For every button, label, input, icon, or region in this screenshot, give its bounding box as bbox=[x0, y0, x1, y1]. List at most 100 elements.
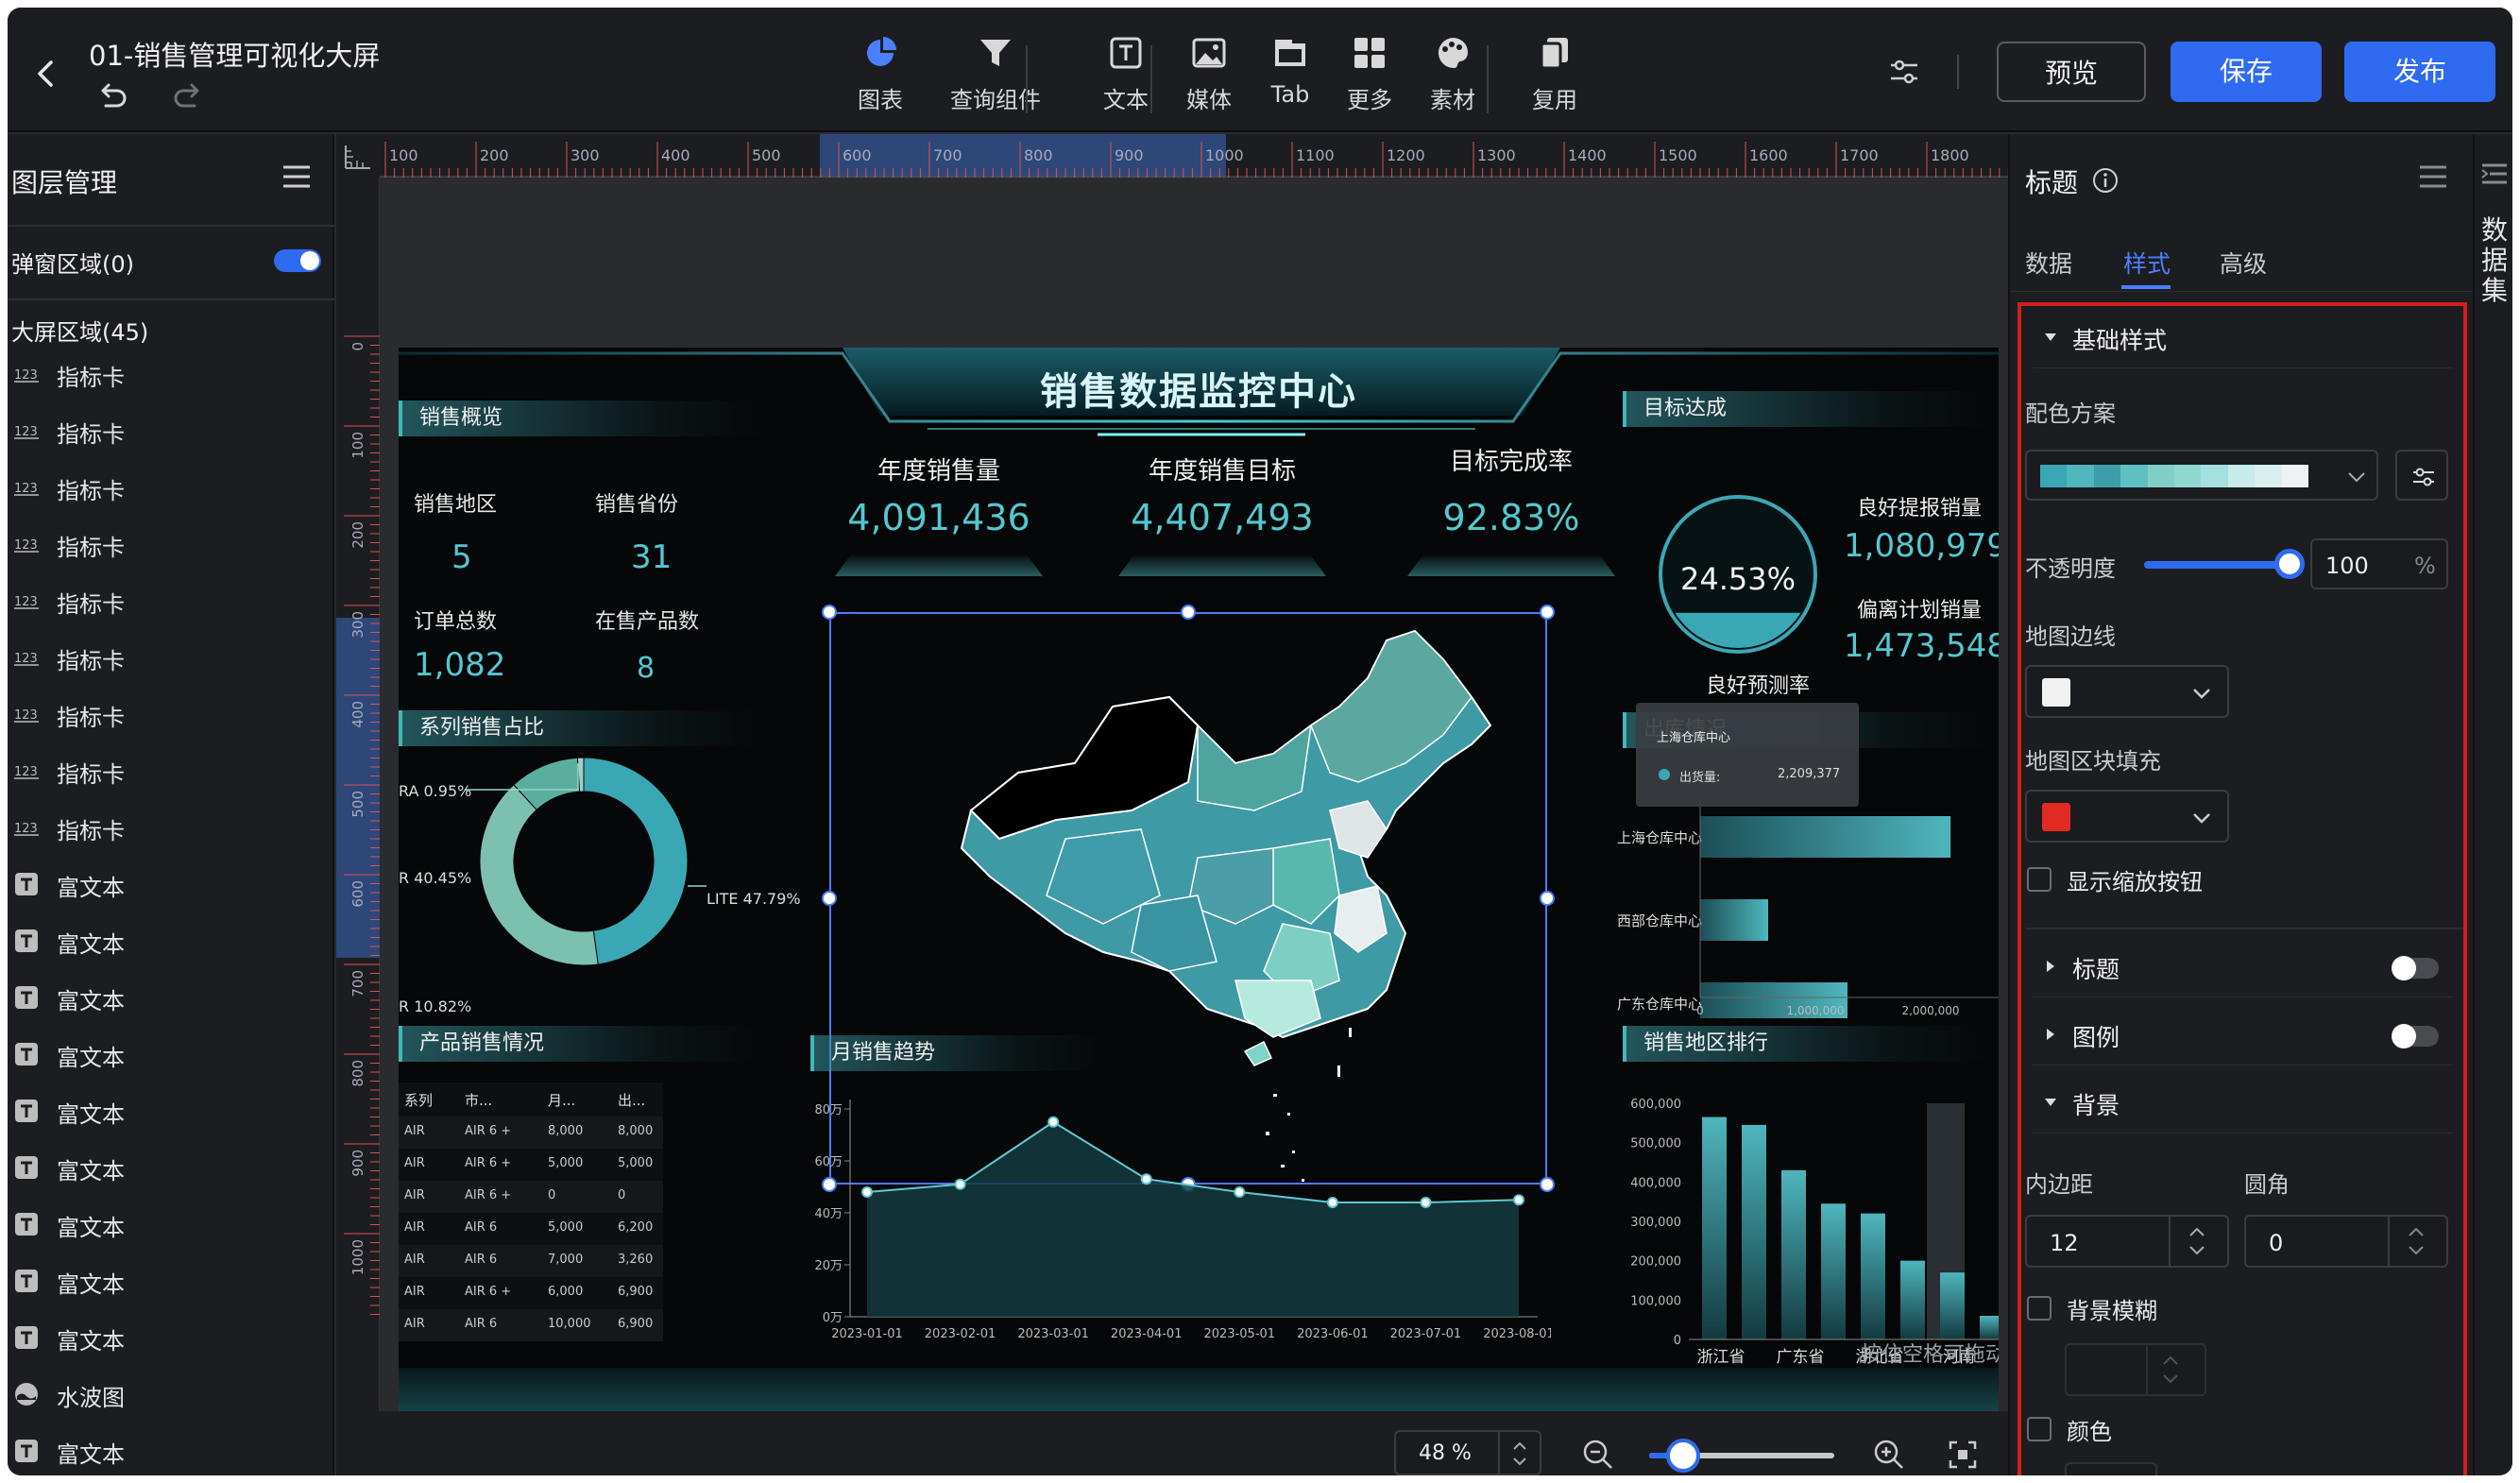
toolbar-image-button[interactable]: 媒体 bbox=[1164, 34, 1254, 121]
resize-handle[interactable] bbox=[1540, 605, 1555, 620]
back-arrow-icon[interactable] bbox=[30, 57, 64, 91]
toolbar-pie-chart-button[interactable]: 图表 bbox=[835, 34, 926, 121]
ruler-tick-label: 1700 bbox=[1840, 146, 1879, 164]
opacity-slider-thumb[interactable] bbox=[2274, 549, 2305, 579]
layer-item[interactable]: 123 指标卡 bbox=[8, 572, 334, 629]
rank-bar bbox=[1742, 1124, 1766, 1339]
collapse-panel-icon[interactable] bbox=[2480, 161, 2509, 187]
layer-item[interactable]: 123 指标卡 bbox=[8, 629, 334, 686]
layer-item[interactable]: 富文本 bbox=[8, 969, 334, 1026]
layer-item[interactable]: 123 指标卡 bbox=[8, 742, 334, 799]
settings-sliders-icon[interactable] bbox=[1887, 55, 1921, 89]
scheme-settings-button[interactable] bbox=[2395, 450, 2448, 501]
toolbar-palette-button[interactable]: 素材 bbox=[1407, 34, 1498, 121]
section-background[interactable]: 背景 bbox=[2033, 1073, 2452, 1134]
warehouse-tick: 2,000,000 bbox=[1901, 1004, 1959, 1017]
info-icon[interactable] bbox=[2091, 166, 2120, 195]
layer-item[interactable]: 富文本 bbox=[8, 1253, 334, 1309]
radius-stepper-icon[interactable] bbox=[2397, 1220, 2435, 1262]
sliders-icon bbox=[2413, 468, 2434, 486]
layer-item[interactable]: 123 指标卡 bbox=[8, 516, 334, 572]
zoom-bar bbox=[336, 1411, 2008, 1475]
legend-toggle[interactable] bbox=[2392, 1024, 2439, 1048]
undo-icon[interactable] bbox=[96, 81, 130, 111]
color-scheme-select[interactable] bbox=[2025, 450, 2378, 501]
fit-screen-icon[interactable] bbox=[1948, 1440, 1978, 1470]
padding-input[interactable]: 12 bbox=[2025, 1215, 2229, 1268]
layer-item-label: 指标卡 bbox=[57, 365, 125, 391]
layer-item[interactable]: 富文本 bbox=[8, 1196, 334, 1253]
blur-checkbox[interactable] bbox=[2027, 1296, 2052, 1321]
preview-button[interactable]: 预览 bbox=[1997, 42, 2146, 102]
toolbar-text-button[interactable]: 文本 bbox=[1081, 34, 1171, 121]
layer-item[interactable]: 123 指标卡 bbox=[8, 459, 334, 516]
editor-canvas[interactable]: 100 200 300 400 500 600 700 800 900 1000 1100 1200 1… bbox=[336, 134, 2008, 1475]
opacity-slider[interactable] bbox=[2144, 549, 2305, 579]
opacity-input[interactable]: 100 % bbox=[2310, 538, 2448, 589]
publish-button[interactable]: 发布 bbox=[2344, 42, 2495, 102]
zoom-button-checkbox[interactable] bbox=[2027, 867, 2052, 892]
resize-handle[interactable] bbox=[822, 891, 837, 906]
title-toggle[interactable] bbox=[2392, 956, 2439, 980]
tab-advanced[interactable]: 高级 bbox=[2220, 246, 2267, 280]
resize-handle[interactable] bbox=[822, 605, 837, 620]
border-color-picker[interactable] bbox=[2025, 665, 2229, 718]
color-checkbox[interactable] bbox=[2027, 1417, 2052, 1441]
layer-item[interactable]: 富文本 bbox=[8, 1026, 334, 1082]
toolbar-divider bbox=[1150, 45, 1152, 113]
metric-card-icon: 123 bbox=[14, 538, 39, 553]
zoom-input[interactable]: 48 % bbox=[1394, 1430, 1541, 1475]
tab-style[interactable]: 样式 bbox=[2123, 246, 2171, 280]
resize-handle[interactable] bbox=[1540, 891, 1555, 906]
svg-text:123: 123 bbox=[14, 765, 38, 779]
redo-icon[interactable] bbox=[170, 81, 204, 111]
menu-icon[interactable] bbox=[281, 162, 312, 191]
svg-text:123: 123 bbox=[14, 425, 38, 439]
layer-item[interactable]: 富文本 bbox=[8, 1423, 334, 1475]
layer-item[interactable]: 123 指标卡 bbox=[8, 346, 334, 402]
fill-color-picker[interactable] bbox=[2025, 790, 2229, 843]
zoom-button-label: 显示缩放按钮 bbox=[2067, 869, 2203, 895]
layer-item[interactable]: 123 指标卡 bbox=[8, 402, 334, 459]
table-cell: AIR 6 + bbox=[465, 1156, 512, 1170]
tooltip-dot bbox=[1659, 769, 1670, 780]
ruler-tick-label: 100 bbox=[389, 146, 418, 164]
layer-item[interactable]: 富文本 bbox=[8, 856, 334, 912]
toolbar-grid-button[interactable]: 更多 bbox=[1324, 34, 1415, 121]
resize-handle[interactable] bbox=[1181, 605, 1196, 620]
layer-item[interactable]: 水波图 bbox=[8, 1366, 334, 1423]
toolbar-tab-button[interactable]: Tab bbox=[1245, 34, 1336, 121]
section-legend[interactable]: 图例 bbox=[2033, 1005, 2452, 1065]
region-value: 5 bbox=[451, 538, 472, 576]
rank-y-tick: 600,000 bbox=[1630, 1098, 1681, 1112]
section-title[interactable]: 标题 bbox=[2033, 937, 2452, 997]
tab-data[interactable]: 数据 bbox=[2025, 246, 2072, 280]
layer-item[interactable]: 富文本 bbox=[8, 912, 334, 969]
layer-item[interactable]: 123 指标卡 bbox=[8, 686, 334, 742]
layer-item[interactable]: 富文本 bbox=[8, 1139, 334, 1196]
area-fill bbox=[867, 1121, 1519, 1317]
panel-menu-icon[interactable] bbox=[2418, 162, 2448, 191]
product-sales-table: 系列 市... 月... 出... AIR AIR 6 + 8,000 8,000 AIR AIR… bbox=[399, 1082, 663, 1341]
dataset-label: 数据集 bbox=[2480, 214, 2508, 306]
radius-input[interactable]: 0 bbox=[2244, 1215, 2448, 1268]
zoom-slider-thumb[interactable] bbox=[1666, 1439, 1700, 1473]
popup-area-toggle[interactable] bbox=[274, 249, 321, 272]
padding-stepper-icon[interactable] bbox=[2178, 1220, 2216, 1262]
dashboard-screen[interactable]: 销售数据监控中心 销售概览 销售地区 销售省份 5 31 订单总数 在售产品数 … bbox=[399, 348, 1999, 1415]
layer-item[interactable]: 富文本 bbox=[8, 1309, 334, 1366]
zoom-out-icon[interactable] bbox=[1581, 1438, 1615, 1472]
layer-item[interactable]: 123 指标卡 bbox=[8, 799, 334, 856]
donut-slice bbox=[583, 757, 689, 965]
border-label: 地图边线 bbox=[2025, 623, 2116, 650]
section-base-style[interactable]: 基础样式 bbox=[2033, 308, 2452, 368]
dataset-strip[interactable]: 数据集 bbox=[2473, 134, 2512, 1475]
layer-item[interactable]: 富文本 bbox=[8, 1082, 334, 1139]
svg-text:123: 123 bbox=[14, 708, 38, 723]
ruler-tick-label: 900 bbox=[349, 1150, 366, 1177]
ruler-corner-icon bbox=[336, 134, 380, 178]
zoom-slider[interactable] bbox=[1649, 1439, 1834, 1473]
zoom-in-icon[interactable] bbox=[1872, 1438, 1906, 1472]
toolbar-copy-button[interactable]: 复用 bbox=[1509, 34, 1600, 121]
save-button[interactable]: 保存 bbox=[2171, 42, 2322, 102]
